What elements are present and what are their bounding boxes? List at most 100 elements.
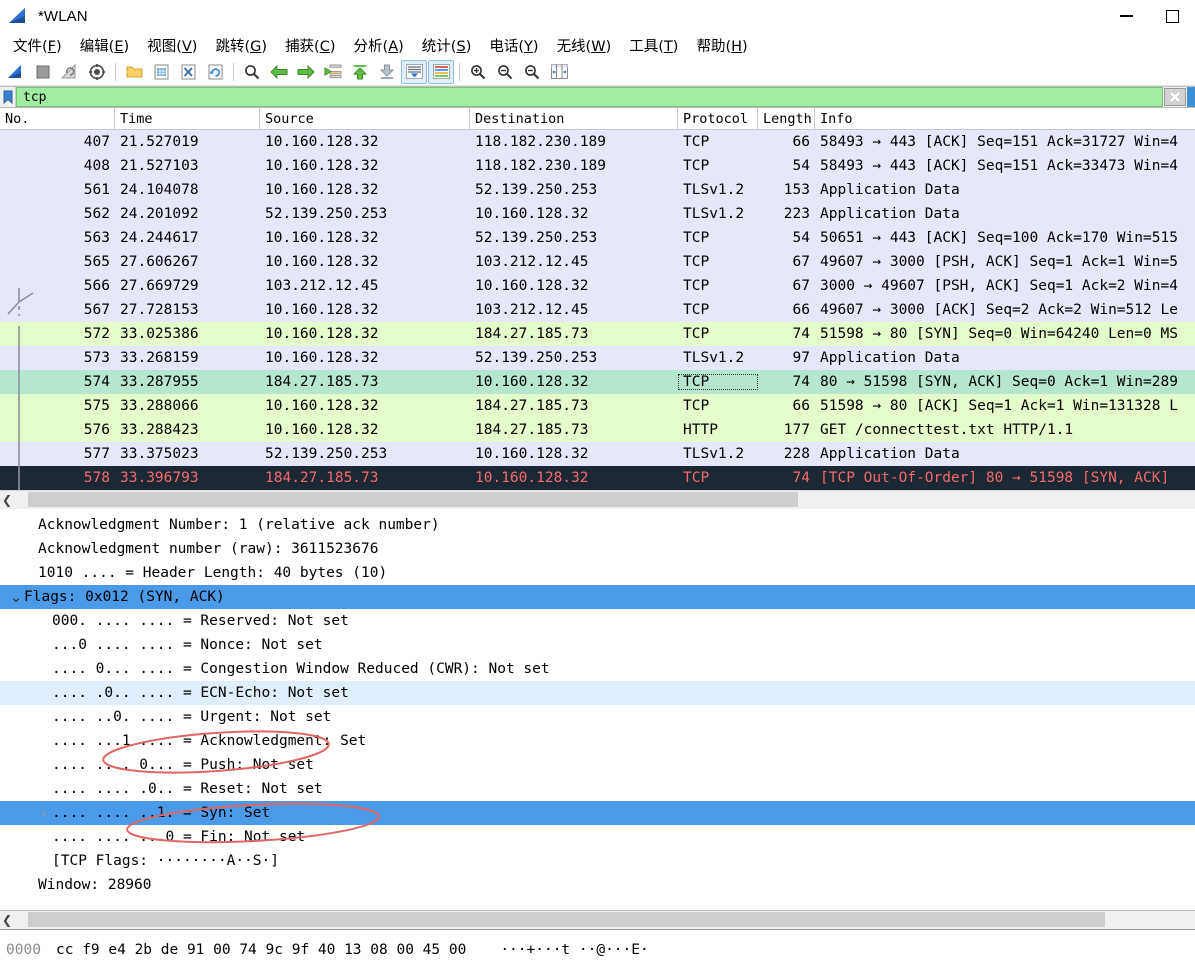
table-row[interactable]: 408 21.527103 10.160.128.32 118.182.230.189…	[0, 154, 1195, 178]
detail-tree-item[interactable]: Acknowledgment number (raw): 3611523676	[0, 537, 1195, 561]
cell-time[interactable]: 33.025386	[115, 326, 260, 342]
cell-length[interactable]: 97	[758, 350, 815, 366]
cell-no[interactable]: 407	[0, 134, 115, 150]
cell-no[interactable]: 578	[0, 470, 115, 486]
cell-time[interactable]: 21.527019	[115, 134, 260, 150]
detail-tree-item[interactable]: ›.... .... ..1. = Syn: Set	[0, 801, 1195, 825]
cell-time[interactable]: 27.669729	[115, 278, 260, 294]
menu-item-telephony[interactable]: 电话(Y)	[480, 33, 547, 58]
display-filter-field[interactable]	[16, 87, 1163, 107]
packet-list-hscrollbar[interactable]: ❮	[0, 490, 1195, 509]
column-header-length[interactable]: Length	[758, 108, 815, 129]
table-row[interactable]: 567 27.728153 10.160.128.32 103.212.12.45 TC…	[0, 298, 1195, 322]
cell-destination[interactable]: 52.139.250.253	[470, 350, 678, 366]
cell-time[interactable]: 24.201092	[115, 206, 260, 222]
packet-bytes-pane[interactable]: 0000 cc f9 e4 2b de 91 00 74 9c 9f 40 13…	[0, 930, 1195, 967]
cell-protocol[interactable]: TCP	[678, 158, 758, 174]
scroll-left-icon[interactable]: ❮	[0, 493, 14, 507]
cell-info[interactable]: 51598 → 80 [SYN] Seq=0 Win=64240 Len=0 M…	[815, 326, 1195, 342]
menu-item-edit[interactable]: 编辑(E)	[71, 33, 139, 58]
packet-detail-tree[interactable]: Acknowledgment Number: 1 (relative ack n…	[0, 509, 1195, 910]
menu-item-tools[interactable]: 工具(T)	[620, 33, 687, 58]
table-row[interactable]: 573 33.268159 10.160.128.32 52.139.250.253 T…	[0, 346, 1195, 370]
cell-source[interactable]: 10.160.128.32	[260, 230, 470, 246]
cell-destination[interactable]: 52.139.250.253	[470, 230, 678, 246]
detail-tree-item[interactable]: .... .... 0... = Push: Not set	[0, 753, 1195, 777]
close-file-icon[interactable]	[175, 60, 201, 84]
cell-source[interactable]: 10.160.128.32	[260, 326, 470, 342]
cell-length[interactable]: 74	[758, 470, 815, 486]
cell-no[interactable]: 562	[0, 206, 115, 222]
cell-length[interactable]: 66	[758, 302, 815, 318]
cell-info[interactable]: Application Data	[815, 182, 1195, 198]
menu-item-file[interactable]: 文件(F)	[4, 33, 71, 58]
cell-destination[interactable]: 184.27.185.73	[470, 398, 678, 414]
detail-tree-item[interactable]: .... .... ...0 = Fin: Not set	[0, 825, 1195, 849]
cell-no[interactable]: 573	[0, 350, 115, 366]
cell-no[interactable]: 567	[0, 302, 115, 318]
cell-time[interactable]: 27.728153	[115, 302, 260, 318]
cell-length[interactable]: 67	[758, 278, 815, 294]
column-header-protocol[interactable]: Protocol	[678, 108, 758, 129]
colorize-icon[interactable]	[428, 59, 454, 84]
filter-bookmark-icon[interactable]	[0, 87, 16, 107]
cell-destination[interactable]: 184.27.185.73	[470, 422, 678, 438]
menu-item-analyze[interactable]: 分析(A)	[345, 33, 413, 58]
column-header-info[interactable]: Info	[815, 108, 1195, 129]
cell-no[interactable]: 575	[0, 398, 115, 414]
column-header-destination[interactable]: Destination	[470, 108, 678, 129]
cell-no[interactable]: 572	[0, 326, 115, 342]
detail-tree-item[interactable]: [TCP Flags: ········A··S·]	[0, 849, 1195, 873]
cell-protocol[interactable]: TCP	[678, 302, 758, 318]
reload-file-icon[interactable]	[202, 60, 228, 84]
cell-source[interactable]: 52.139.250.253	[260, 446, 470, 462]
cell-time[interactable]: 21.527103	[115, 158, 260, 174]
cell-destination[interactable]: 10.160.128.32	[470, 470, 678, 486]
table-row[interactable]: 576 33.288423 10.160.128.32 184.27.185.73 HT…	[0, 418, 1195, 442]
apply-filter-icon[interactable]	[1187, 87, 1195, 107]
cell-destination[interactable]: 10.160.128.32	[470, 206, 678, 222]
cell-destination[interactable]: 10.160.128.32	[470, 278, 678, 294]
cell-destination[interactable]: 52.139.250.253	[470, 182, 678, 198]
go-forward-icon[interactable]	[293, 60, 319, 84]
search-input[interactable]	[17, 88, 1162, 106]
table-row[interactable]: 565 27.606267 10.160.128.32 103.212.12.45 TC…	[0, 250, 1195, 274]
cell-no[interactable]: 576	[0, 422, 115, 438]
detail-tree-item[interactable]: .... .... .0.. = Reset: Not set	[0, 777, 1195, 801]
cell-no[interactable]: 566	[0, 278, 115, 294]
cell-info[interactable]: Application Data	[815, 206, 1195, 222]
cell-no[interactable]: 561	[0, 182, 115, 198]
detail-tree-item[interactable]: .... ...1 .... = Acknowledgment: Set	[0, 729, 1195, 753]
cell-source[interactable]: 10.160.128.32	[260, 398, 470, 414]
chevron-down-icon[interactable]: ⌄	[8, 590, 24, 605]
cell-time[interactable]: 33.287955	[115, 374, 260, 390]
cell-length[interactable]: 153	[758, 182, 815, 198]
cell-source[interactable]: 10.160.128.32	[260, 422, 470, 438]
cell-protocol[interactable]: TCP	[678, 230, 758, 246]
zoom-in-icon[interactable]	[465, 60, 491, 84]
column-header-time[interactable]: Time	[115, 108, 260, 129]
table-row[interactable]: 577 33.375023 52.139.250.253 10.160.128.32 T…	[0, 442, 1195, 466]
cell-info[interactable]: 49607 → 3000 [ACK] Seq=2 Ack=2 Win=512 L…	[815, 302, 1195, 318]
cell-protocol[interactable]: TCP	[678, 278, 758, 294]
cell-source[interactable]: 10.160.128.32	[260, 158, 470, 174]
table-row[interactable]: 578 33.396793 184.27.185.73 10.160.128.32 TC…	[0, 466, 1195, 490]
cell-length[interactable]: 54	[758, 158, 815, 174]
detail-tree-item[interactable]: .... ..0. .... = Urgent: Not set	[0, 705, 1195, 729]
cell-info[interactable]: 58493 → 443 [ACK] Seq=151 Ack=33473 Win=…	[815, 158, 1195, 174]
start-capture-icon[interactable]	[3, 60, 29, 84]
cell-time[interactable]: 33.288066	[115, 398, 260, 414]
table-row[interactable]: 562 24.201092 52.139.250.253 10.160.128.32 T…	[0, 202, 1195, 226]
detail-tree-item[interactable]: 000. .... .... = Reserved: Not set	[0, 609, 1195, 633]
cell-protocol[interactable]: TLSv1.2	[678, 206, 758, 222]
packet-list-hscroll-thumb[interactable]	[28, 492, 798, 507]
packet-list-hscroll-track[interactable]	[14, 491, 1195, 509]
save-file-icon[interactable]	[148, 60, 174, 84]
menu-item-go[interactable]: 跳转(G)	[206, 33, 276, 58]
cell-length[interactable]: 54	[758, 230, 815, 246]
open-file-icon[interactable]	[121, 60, 147, 84]
maximize-button[interactable]	[1149, 0, 1195, 32]
chevron-right-icon[interactable]: ›	[36, 804, 52, 822]
menu-item-help[interactable]: 帮助(H)	[687, 33, 756, 58]
cell-source[interactable]: 10.160.128.32	[260, 302, 470, 318]
